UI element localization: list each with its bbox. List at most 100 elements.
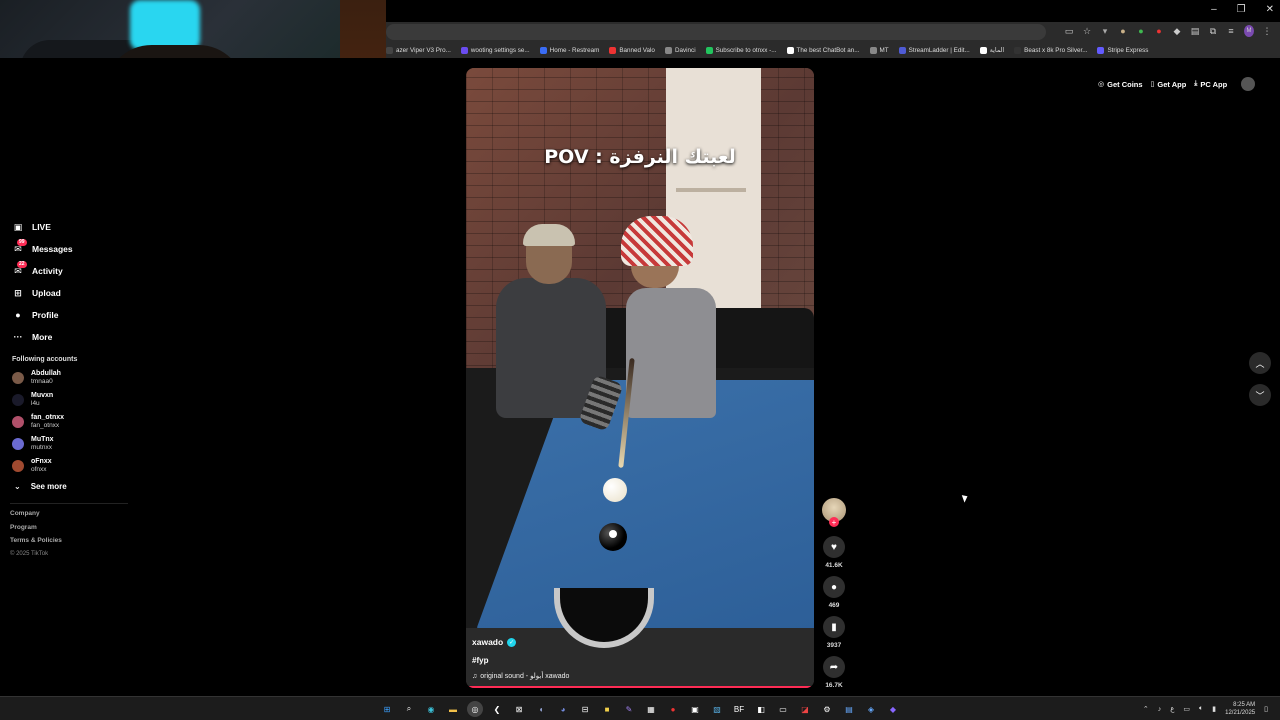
following-account-item[interactable]: Muvxn l4u bbox=[0, 389, 130, 411]
language-indicator[interactable]: ع bbox=[1170, 705, 1174, 713]
file-explorer-icon[interactable]: ▬ bbox=[445, 701, 461, 717]
app-icon[interactable]: ◪ bbox=[797, 701, 813, 717]
volume-icon[interactable]: 🔈︎ bbox=[1199, 705, 1203, 713]
app-icon[interactable]: ⊟ bbox=[577, 701, 593, 717]
bookmark-item[interactable]: The best ChatBot an... bbox=[786, 46, 860, 54]
video-player[interactable]: POV : لعبتك النرفزة xawado ✓ #fyp ♫ orig… bbox=[466, 68, 814, 688]
sidebar-item-live[interactable]: ▣ LIVE bbox=[0, 216, 130, 238]
footer-link[interactable]: Company bbox=[0, 510, 130, 524]
minimize-button[interactable]: – bbox=[1211, 4, 1217, 15]
save-button[interactable]: ▮ bbox=[823, 616, 845, 638]
bookmark-item[interactable]: Davinci bbox=[664, 46, 696, 54]
phone-icon: ▯ bbox=[1150, 81, 1155, 88]
get-app-button[interactable]: ▯ Get App bbox=[1151, 80, 1187, 89]
app-icon[interactable]: BF bbox=[731, 701, 747, 717]
following-account-item[interactable]: oFnxx ofnxx bbox=[0, 455, 130, 477]
app-icon[interactable]: ▣ bbox=[687, 701, 703, 717]
video-sound[interactable]: ♫ original sound - أبولو xawado bbox=[472, 672, 569, 681]
app-icon[interactable]: ▦ bbox=[643, 701, 659, 717]
shield-icon[interactable]: ● bbox=[1136, 25, 1146, 37]
chrome-icon[interactable]: ◎ bbox=[467, 701, 483, 717]
bookmark-item[interactable]: Beast x 8k Pro Silver... bbox=[1014, 46, 1087, 54]
extension-icon[interactable]: ● bbox=[1154, 25, 1164, 37]
follow-plus-icon[interactable]: + bbox=[829, 517, 839, 527]
address-bar[interactable] bbox=[386, 24, 1046, 40]
notepad-icon[interactable]: ▤ bbox=[841, 701, 857, 717]
footer-link[interactable]: Terms & Policies bbox=[0, 537, 130, 551]
app-icon[interactable]: ◧ bbox=[753, 701, 769, 717]
bookmark-item[interactable]: Banned Valo bbox=[609, 46, 655, 54]
bookmark-item[interactable]: azer Viper V3 Pro... bbox=[386, 46, 451, 54]
extension-icon[interactable]: ▤ bbox=[1190, 25, 1200, 37]
app-icon[interactable]: ◈ bbox=[863, 701, 879, 717]
see-more-button[interactable]: ⌄ See more bbox=[0, 477, 130, 495]
notification-icon[interactable]: ▯ bbox=[1264, 705, 1268, 713]
user-avatar[interactable] bbox=[1241, 77, 1256, 91]
get-coins-button[interactable]: ◎ Get Coins bbox=[1098, 80, 1143, 89]
video-author[interactable]: xawado ✓ bbox=[472, 637, 517, 647]
bookmark-item[interactable]: MT bbox=[869, 46, 889, 54]
bookmark-item[interactable]: Home - Restream bbox=[539, 46, 599, 54]
next-video-button[interactable]: ﹀ bbox=[1249, 384, 1271, 406]
settings-icon[interactable]: ⚙ bbox=[819, 701, 835, 717]
footer-link[interactable]: Program bbox=[0, 524, 130, 538]
app-icon[interactable]: ⊠ bbox=[511, 701, 527, 717]
battery-icon[interactable]: ▮ bbox=[1212, 705, 1216, 713]
previous-video-button[interactable]: ︿ bbox=[1249, 352, 1271, 374]
app-icon[interactable]: ✎ bbox=[621, 701, 637, 717]
profile-icon: ● bbox=[15, 310, 21, 320]
extension-icon[interactable]: ◆ bbox=[1172, 25, 1182, 37]
bookmark-item[interactable]: الماية bbox=[979, 46, 1004, 54]
creator-avatar[interactable]: + bbox=[822, 498, 846, 527]
following-account-item[interactable]: Abdullah tmnaa0 bbox=[0, 367, 130, 389]
app-icon[interactable]: ● bbox=[665, 701, 681, 717]
app-icon[interactable]: ▧ bbox=[709, 701, 725, 717]
video-hashtag[interactable]: #fyp bbox=[472, 656, 488, 665]
microphone-icon[interactable]: ♪ bbox=[1158, 706, 1162, 713]
app-icon[interactable]: ❮ bbox=[489, 701, 505, 717]
clock[interactable]: 8:25 AM 12/21/2025 bbox=[1225, 701, 1255, 717]
bookmark-item[interactable]: StreamLadder | Edit... bbox=[898, 46, 970, 54]
menu-icon[interactable]: ⋮ bbox=[1262, 25, 1272, 37]
sidebar-item-label: More bbox=[32, 332, 53, 342]
video-username[interactable]: xawado bbox=[472, 637, 503, 647]
following-account-item[interactable]: fan_otnxx fan_otnxx bbox=[0, 411, 130, 433]
comment-button[interactable]: ● bbox=[823, 576, 845, 598]
sidebar-item-more[interactable]: ··· More bbox=[0, 326, 130, 348]
bookmark-item[interactable]: Subscribe to otnxx -... bbox=[705, 46, 777, 54]
like-button[interactable]: ♥ bbox=[823, 536, 845, 558]
puzzle-icon[interactable]: ⧉ bbox=[1208, 25, 1218, 37]
star-icon[interactable]: ☆ bbox=[1082, 25, 1092, 37]
comment-icon: ● bbox=[830, 581, 838, 593]
steam-icon[interactable]: ◖ bbox=[533, 701, 549, 717]
discord-icon[interactable]: ◕ bbox=[555, 701, 571, 717]
bookmark-item[interactable]: wooting settings se... bbox=[460, 46, 530, 54]
following-account-item[interactable]: MuTnx mutnxx bbox=[0, 433, 130, 455]
sidebar-item-upload[interactable]: ⊞ Upload bbox=[0, 282, 130, 304]
notification-badge: 99 bbox=[17, 239, 27, 246]
music-note-icon: ♫ bbox=[472, 672, 478, 680]
video-progress-bar[interactable] bbox=[466, 686, 814, 688]
extension-icon[interactable]: ▾ bbox=[1100, 25, 1110, 37]
bookmark-item[interactable]: Stripe Express bbox=[1097, 46, 1148, 54]
profile-avatar-icon[interactable]: M bbox=[1244, 25, 1254, 37]
edge-icon[interactable]: ◉ bbox=[423, 701, 439, 717]
app-icon[interactable]: ▭ bbox=[775, 701, 791, 717]
extension-icon[interactable]: ● bbox=[1118, 25, 1128, 37]
sidebar-item-activity[interactable]: ✉ 22 Activity bbox=[0, 260, 130, 282]
maximize-button[interactable]: ❐ bbox=[1237, 4, 1246, 15]
sidebar-item-messages[interactable]: ✉ 99 Messages bbox=[0, 238, 130, 260]
windows-start-icon[interactable]: ⊞ bbox=[379, 701, 395, 717]
sidebar-item-profile[interactable]: ● Profile bbox=[0, 304, 130, 326]
app-icon[interactable]: ◆ bbox=[885, 701, 901, 717]
sticky-notes-icon[interactable]: ■ bbox=[599, 701, 615, 717]
pc-app-button[interactable]: ⤓ PC App bbox=[1194, 80, 1227, 89]
share-button[interactable]: ➦ bbox=[823, 656, 845, 678]
chevron-up-icon[interactable]: ⌃ bbox=[1143, 705, 1149, 713]
search-icon[interactable]: ⌕ bbox=[401, 701, 417, 717]
sidebar-item-label: Activity bbox=[32, 266, 63, 276]
network-icon[interactable]: ▭ bbox=[1183, 705, 1190, 713]
close-button[interactable]: ✕ bbox=[1266, 4, 1274, 15]
cast-icon[interactable]: ▭ bbox=[1064, 25, 1074, 37]
playlist-icon[interactable]: ≡ bbox=[1226, 25, 1236, 37]
